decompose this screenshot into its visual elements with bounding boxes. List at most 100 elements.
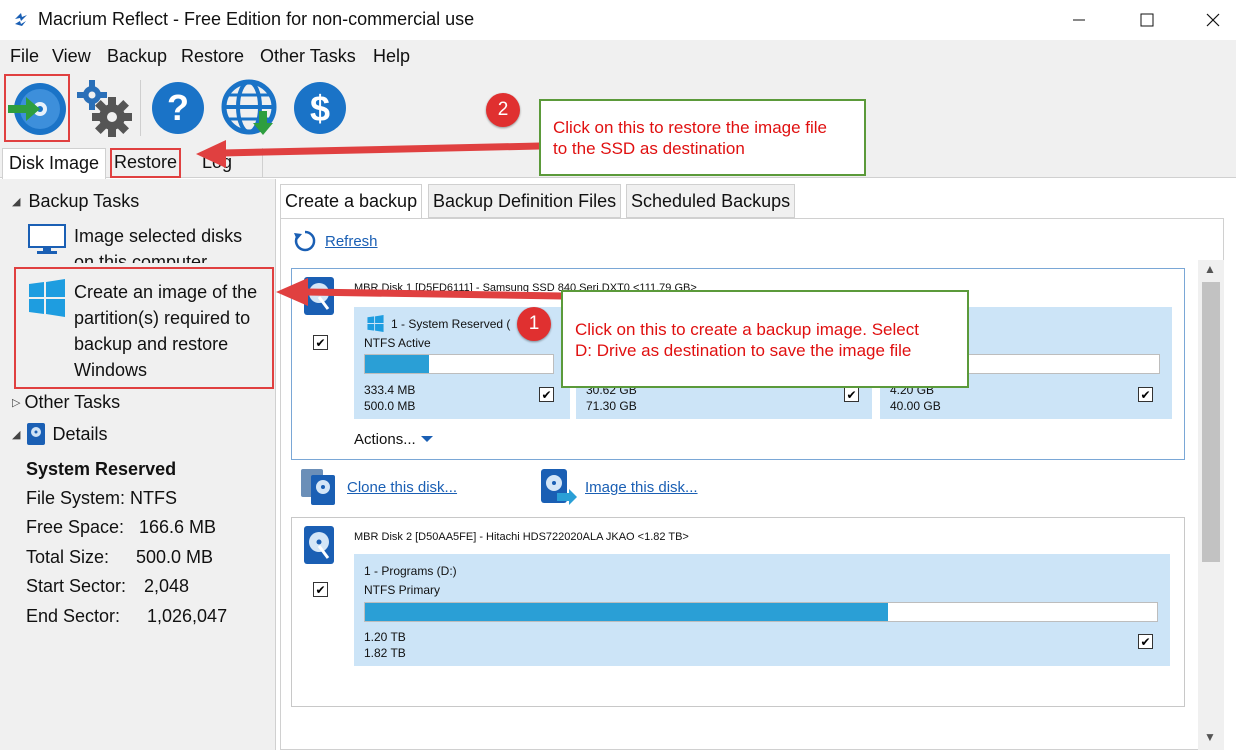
macrium-logo-icon bbox=[15, 13, 27, 26]
disk-1-checkbox[interactable]: ✔ bbox=[313, 335, 328, 350]
buy-button[interactable]: $ bbox=[287, 74, 353, 142]
partition-checkbox[interactable]: ✔ bbox=[1138, 634, 1153, 649]
backup-tasks-header[interactable]: ◢ Backup Tasks bbox=[12, 191, 139, 212]
partition-total: 40.00 GB bbox=[890, 399, 941, 413]
task-line: Image selected disks bbox=[74, 226, 243, 246]
partition-usage-bar bbox=[364, 602, 1158, 622]
scroll-down-icon[interactable]: ▼ bbox=[1204, 730, 1216, 744]
detail-total-size-label: Total Size: bbox=[26, 547, 110, 567]
task-create-windows-image[interactable]: Create an image of the partition(s) requ… bbox=[74, 279, 257, 383]
menu-backup[interactable]: Backup bbox=[107, 46, 167, 67]
image-disk-icon bbox=[541, 469, 577, 505]
svg-text:?: ? bbox=[167, 87, 189, 128]
tab-restore[interactable]: Restore bbox=[110, 148, 182, 178]
menu-help[interactable]: Help bbox=[373, 46, 410, 67]
detail-label: File System: bbox=[26, 488, 126, 508]
detail-start-sector-value: 2,048 bbox=[144, 576, 190, 596]
actions-dropdown[interactable]: Actions... bbox=[354, 431, 434, 448]
actions-label: Actions... bbox=[354, 431, 416, 448]
detail-free-space-value: 166.6 MB bbox=[139, 517, 217, 537]
other-tasks-label: Other Tasks bbox=[24, 392, 121, 412]
image-disk-link[interactable]: Image this disk... bbox=[585, 479, 698, 496]
callout-line: Click on this to restore the image file bbox=[553, 118, 828, 137]
details-title: System Reserved bbox=[26, 459, 177, 479]
menu-file[interactable]: File bbox=[10, 46, 39, 67]
close-icon bbox=[1206, 13, 1220, 27]
callout-line: D: Drive as destination to save the imag… bbox=[575, 341, 912, 360]
partition-total: 500.0 MB bbox=[364, 399, 416, 413]
image-disk-button[interactable]: Image this disk... bbox=[537, 467, 698, 507]
usage-fill bbox=[365, 355, 429, 373]
detail-end-sector-label: End Sector: bbox=[26, 606, 121, 626]
detail-free-space-label: Free Space: bbox=[26, 517, 125, 537]
window-title: Macrium Reflect - Free Edition for non-c… bbox=[38, 9, 475, 29]
callout-line: to the SSD as destination bbox=[553, 139, 745, 158]
disk-2-title: MBR Disk 2 [D50AA5FE] - Hitachi HDS72202… bbox=[354, 531, 689, 543]
detail-start-sector-label: Start Sector: bbox=[26, 576, 127, 596]
partition-programs[interactable]: 1 - Programs (D:) NTFS Primary 1.20 TB 1… bbox=[354, 554, 1170, 666]
clone-disk-button[interactable]: Clone this disk... bbox=[299, 467, 457, 507]
other-tasks-header[interactable]: ▷ Other Tasks bbox=[12, 392, 120, 413]
tab-backup-definition-files[interactable]: Backup Definition Files bbox=[428, 184, 622, 218]
task-line: on this computer bbox=[74, 252, 208, 263]
partition-used: 333.4 MB bbox=[364, 383, 416, 397]
right-tabs: Create a backup Backup Definition Files … bbox=[280, 184, 1224, 219]
menu-view[interactable]: View bbox=[52, 46, 91, 67]
menu-other-tasks[interactable]: Other Tasks bbox=[260, 46, 356, 67]
computer-icon bbox=[28, 224, 66, 254]
help-icon: ? bbox=[152, 82, 204, 134]
windows-logo-icon bbox=[29, 279, 65, 317]
tab-create-backup[interactable]: Create a backup bbox=[280, 184, 423, 219]
step-1-badge: 1 bbox=[517, 307, 551, 341]
help-button[interactable]: ? bbox=[145, 74, 211, 142]
partition-checkbox[interactable]: ✔ bbox=[844, 387, 859, 402]
dollar-icon: $ bbox=[294, 82, 346, 134]
partition-total: 71.30 GB bbox=[586, 399, 637, 413]
svg-text:$: $ bbox=[310, 88, 330, 129]
scroll-thumb[interactable] bbox=[1202, 282, 1220, 562]
partition-usage-bar bbox=[364, 354, 554, 374]
partition-name: 1 - Programs (D:) bbox=[364, 564, 457, 578]
usage-fill bbox=[365, 603, 888, 621]
step-2-badge: 2 bbox=[486, 93, 520, 127]
task-line: Create an image of the bbox=[74, 282, 258, 302]
expanded-icon: ◢ bbox=[12, 428, 21, 441]
partition-checkbox[interactable]: ✔ bbox=[539, 387, 554, 402]
disk-2-checkbox[interactable]: ✔ bbox=[313, 582, 328, 597]
menu-restore[interactable]: Restore bbox=[181, 46, 244, 67]
tab-scheduled-backups[interactable]: Scheduled Backups bbox=[626, 184, 796, 218]
partition-type: NTFS Active bbox=[364, 336, 431, 350]
maximize-button[interactable] bbox=[1124, 0, 1170, 40]
details-header[interactable]: ◢ Details bbox=[12, 422, 108, 446]
hard-disk-icon bbox=[304, 277, 334, 315]
collapsed-icon: ▷ bbox=[12, 397, 21, 409]
task-image-selected-disks[interactable]: Image selected disks on this computer bbox=[74, 223, 242, 263]
details-label: Details bbox=[52, 423, 108, 444]
task-line: partition(s) required to bbox=[74, 308, 251, 328]
close-button[interactable] bbox=[1190, 0, 1236, 40]
settings-button[interactable] bbox=[72, 74, 138, 142]
toolbar-separator bbox=[140, 80, 141, 136]
partition-checkbox[interactable]: ✔ bbox=[1138, 387, 1153, 402]
detail-total-size-value: 500.0 MB bbox=[136, 547, 214, 567]
expanded-icon: ◢ bbox=[12, 196, 21, 208]
refresh-button[interactable]: Refresh bbox=[293, 229, 378, 253]
refresh-link[interactable]: Refresh bbox=[325, 233, 378, 250]
web-update-button[interactable] bbox=[217, 74, 283, 142]
backup-tasks-label: Backup Tasks bbox=[28, 191, 140, 211]
scroll-up-icon[interactable]: ▲ bbox=[1204, 262, 1216, 276]
clone-disk-link[interactable]: Clone this disk... bbox=[347, 479, 457, 496]
vertical-scrollbar[interactable]: ▲ ▼ bbox=[1198, 260, 1224, 750]
disk-icon bbox=[27, 423, 46, 445]
disk-2-panel: MBR Disk 2 [D50AA5FE] - Hitachi HDS72202… bbox=[291, 517, 1185, 707]
disk-image-button[interactable] bbox=[4, 74, 70, 142]
tab-disk-image[interactable]: Disk Image bbox=[2, 148, 107, 179]
detail-file-system: File System: NTFS bbox=[26, 488, 177, 509]
minimize-button[interactable] bbox=[1056, 0, 1102, 40]
clone-disk-icon bbox=[301, 469, 335, 505]
partition-type: NTFS Primary bbox=[364, 583, 440, 597]
maximize-icon bbox=[1140, 13, 1154, 27]
tab-log[interactable]: Log bbox=[196, 148, 264, 178]
title-bar: Macrium Reflect - Free Edition for non-c… bbox=[0, 0, 1236, 40]
menu-bar: File View Backup Restore Other Tasks Hel… bbox=[0, 40, 1236, 72]
